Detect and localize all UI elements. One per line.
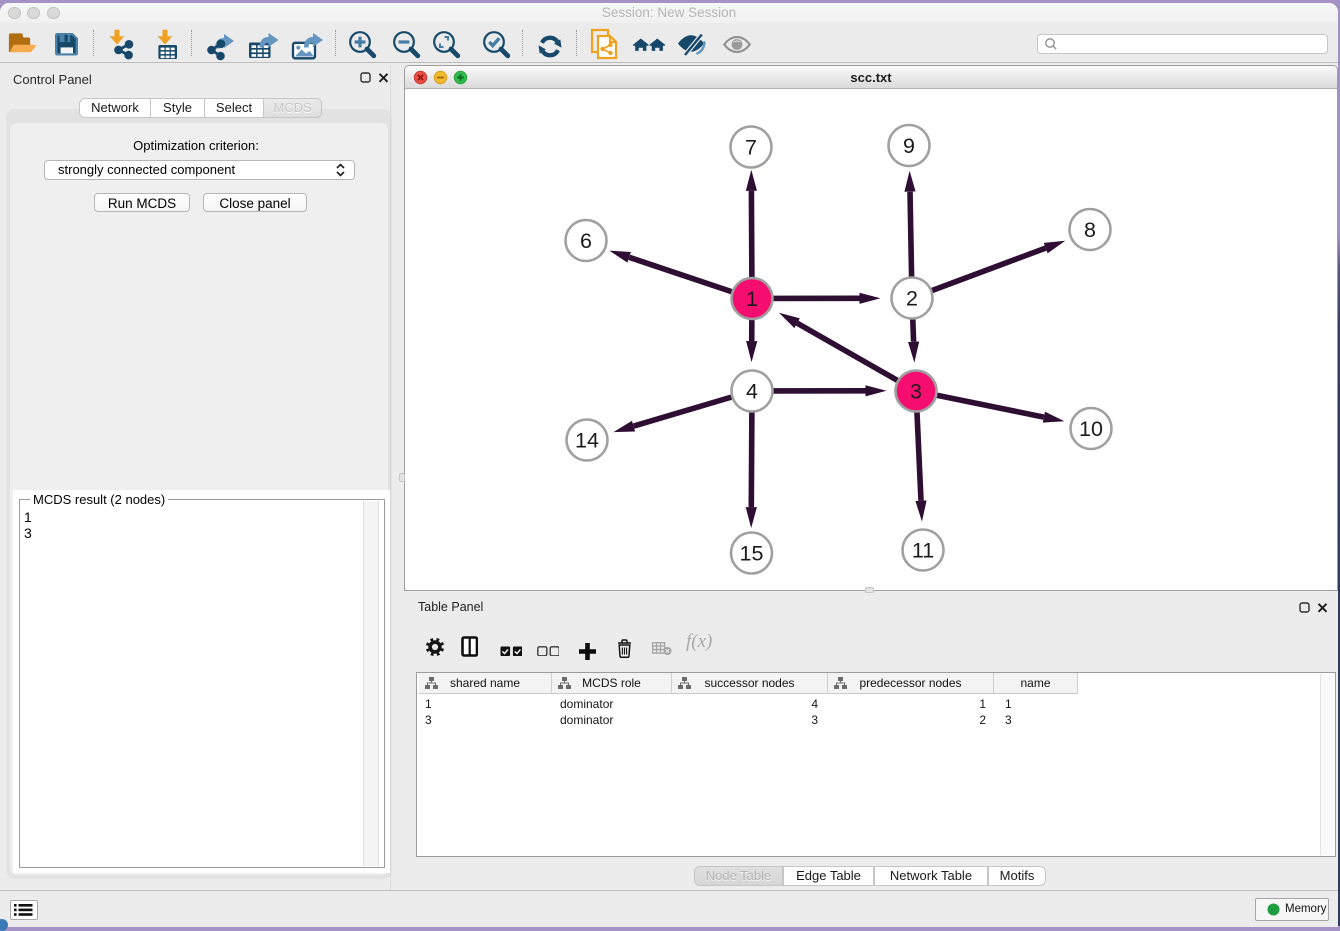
- svg-text:11: 11: [912, 539, 934, 563]
- svg-text:6: 6: [580, 229, 592, 253]
- svg-text:3: 3: [910, 380, 922, 404]
- svg-text:1: 1: [746, 287, 758, 311]
- svg-text:2: 2: [906, 287, 918, 311]
- svg-text:8: 8: [1084, 218, 1096, 242]
- svg-text:9: 9: [903, 134, 915, 158]
- svg-text:4: 4: [746, 380, 758, 404]
- svg-text:14: 14: [575, 429, 599, 453]
- svg-text:15: 15: [740, 542, 764, 566]
- svg-text:10: 10: [1079, 417, 1103, 441]
- svg-text:7: 7: [745, 136, 757, 160]
